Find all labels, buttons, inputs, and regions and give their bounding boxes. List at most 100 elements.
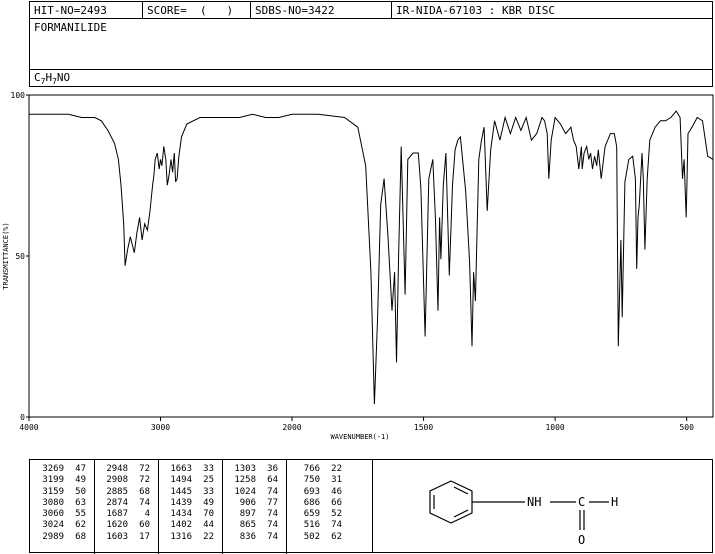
peak-wavenumber: 2885 xyxy=(106,486,128,497)
peak-row: 1663 33 xyxy=(162,464,214,475)
spectrum-line xyxy=(29,110,714,405)
peak-wavenumber: 3159 xyxy=(42,486,64,497)
peak-row: 3024 62 xyxy=(34,520,86,531)
peak-transmittance: 36 xyxy=(267,464,278,474)
peak-transmittance: 25 xyxy=(203,475,214,486)
benzene-ring xyxy=(429,480,473,524)
plot-frame xyxy=(28,94,714,418)
peak-column: 1303 36 1258 64 1024 74 906 77 897 74 865 74 836 74 xyxy=(226,464,278,543)
peak-transmittance: 72 xyxy=(139,464,150,474)
peak-wavenumber: 836 xyxy=(239,531,256,542)
peak-transmittance: 74 xyxy=(331,520,342,531)
peak-table: 3269 47 3199 49 3159 50 3080 63 3060 55 3024 62 2989… xyxy=(29,459,373,554)
structure-box: NH C H O xyxy=(372,459,713,553)
peak-wavenumber: 3024 xyxy=(42,520,64,531)
peak-transmittance: 74 xyxy=(267,509,278,520)
peak-transmittance: 68 xyxy=(75,531,86,542)
peak-row: 659 52 xyxy=(290,509,342,520)
peak-transmittance: 62 xyxy=(331,531,342,542)
peak-transmittance: 60 xyxy=(139,520,150,531)
peak-transmittance: 55 xyxy=(75,509,86,520)
peak-wavenumber: 1663 xyxy=(170,464,192,474)
peak-row: 3269 47 xyxy=(34,464,86,475)
peak-transmittance: 74 xyxy=(139,497,150,508)
peak-transmittance: 63 xyxy=(75,497,86,508)
peak-transmittance: 72 xyxy=(139,475,150,486)
peak-transmittance: 22 xyxy=(331,464,342,474)
x-tick-label: 2000 xyxy=(282,423,301,432)
peak-wavenumber: 1603 xyxy=(106,531,128,542)
peak-transmittance: 44 xyxy=(203,520,214,531)
peak-transmittance: 4 xyxy=(144,509,150,520)
peak-transmittance: 22 xyxy=(203,531,214,542)
peak-wavenumber: 1258 xyxy=(234,475,256,486)
peak-transmittance: 70 xyxy=(203,509,214,520)
peak-wavenumber: 1494 xyxy=(170,475,192,486)
peak-row: 1439 49 xyxy=(162,498,214,509)
peak-row: 750 31 xyxy=(290,475,342,486)
peak-wavenumber: 906 xyxy=(239,497,256,508)
peak-column: 766 22 750 31 693 46 686 66 659 52 516 74 502 62 xyxy=(290,464,342,543)
y-tick-label: 50 xyxy=(15,252,25,261)
peak-column-divider xyxy=(94,460,95,554)
peak-row: 2885 68 xyxy=(98,487,150,498)
peak-wavenumber: 1316 xyxy=(170,531,192,542)
peak-row: 1402 44 xyxy=(162,520,214,531)
peak-wavenumber: 659 xyxy=(303,509,320,520)
peak-row: 2908 72 xyxy=(98,475,150,486)
peak-transmittance: 68 xyxy=(139,486,150,497)
peak-row: 1316 22 xyxy=(162,532,214,543)
peak-row: 2874 74 xyxy=(98,498,150,509)
peak-row: 502 62 xyxy=(290,532,342,543)
peak-wavenumber: 1024 xyxy=(234,486,256,497)
peak-row: 1603 17 xyxy=(98,532,150,543)
molecule-structure: NH C H O xyxy=(429,480,618,547)
peak-wavenumber: 3060 xyxy=(42,509,64,520)
peak-wavenumber: 3199 xyxy=(42,475,64,486)
peak-wavenumber: 2948 xyxy=(106,464,128,474)
peak-wavenumber: 1434 xyxy=(170,509,192,520)
peak-column-divider xyxy=(286,460,287,554)
peak-wavenumber: 750 xyxy=(303,475,320,486)
peak-row: 897 74 xyxy=(226,509,278,520)
peak-row: 1024 74 xyxy=(226,487,278,498)
x-tick-label: 3000 xyxy=(151,423,170,432)
x-tick-label: 500 xyxy=(679,423,694,432)
peak-row: 693 46 xyxy=(290,487,342,498)
peak-row: 906 77 xyxy=(226,498,278,509)
atom-nh: NH xyxy=(527,495,541,509)
peak-wavenumber: 1402 xyxy=(170,520,192,531)
peak-wavenumber: 1303 xyxy=(234,464,256,474)
peak-row: 3199 49 xyxy=(34,475,86,486)
peak-wavenumber: 686 xyxy=(303,497,320,508)
peak-wavenumber: 766 xyxy=(303,464,320,474)
peak-column-divider xyxy=(158,460,159,554)
peak-wavenumber: 1445 xyxy=(170,486,192,497)
peak-transmittance: 49 xyxy=(203,497,214,508)
peak-column: 2948 72 2908 72 2885 68 2874 74 1687 4 1620 60 1603 1… xyxy=(98,464,150,543)
x-axis-ticks: 4000 3000 2000 1500 1000 500 xyxy=(19,417,694,432)
peak-wavenumber: 516 xyxy=(303,520,320,531)
peak-transmittance: 74 xyxy=(267,486,278,497)
peak-row: 1620 60 xyxy=(98,520,150,531)
peak-row: 865 74 xyxy=(226,520,278,531)
peak-column: 3269 47 3199 49 3159 50 3080 63 3060 55 3024 62 2989… xyxy=(34,464,86,543)
peak-row: 3080 63 xyxy=(34,498,86,509)
peak-wavenumber: 3080 xyxy=(42,497,64,508)
peak-wavenumber: 897 xyxy=(239,509,256,520)
peak-wavenumber: 2989 xyxy=(42,531,64,542)
peak-wavenumber: 2908 xyxy=(106,475,128,486)
peak-transmittance: 74 xyxy=(267,531,278,542)
peak-wavenumber: 1687 xyxy=(106,509,128,520)
y-tick-label: 0 xyxy=(20,413,25,422)
peak-row: 836 74 xyxy=(226,532,278,543)
peak-row: 1303 36 xyxy=(226,464,278,475)
x-tick-label: 4000 xyxy=(19,423,38,432)
peak-wavenumber: 3269 xyxy=(42,464,64,474)
peak-transmittance: 66 xyxy=(331,497,342,508)
peak-transmittance: 62 xyxy=(75,520,86,531)
peak-row: 2948 72 xyxy=(98,464,150,475)
peak-transmittance: 49 xyxy=(75,475,86,486)
atom-c: C xyxy=(578,495,585,509)
peak-wavenumber: 502 xyxy=(303,531,320,542)
